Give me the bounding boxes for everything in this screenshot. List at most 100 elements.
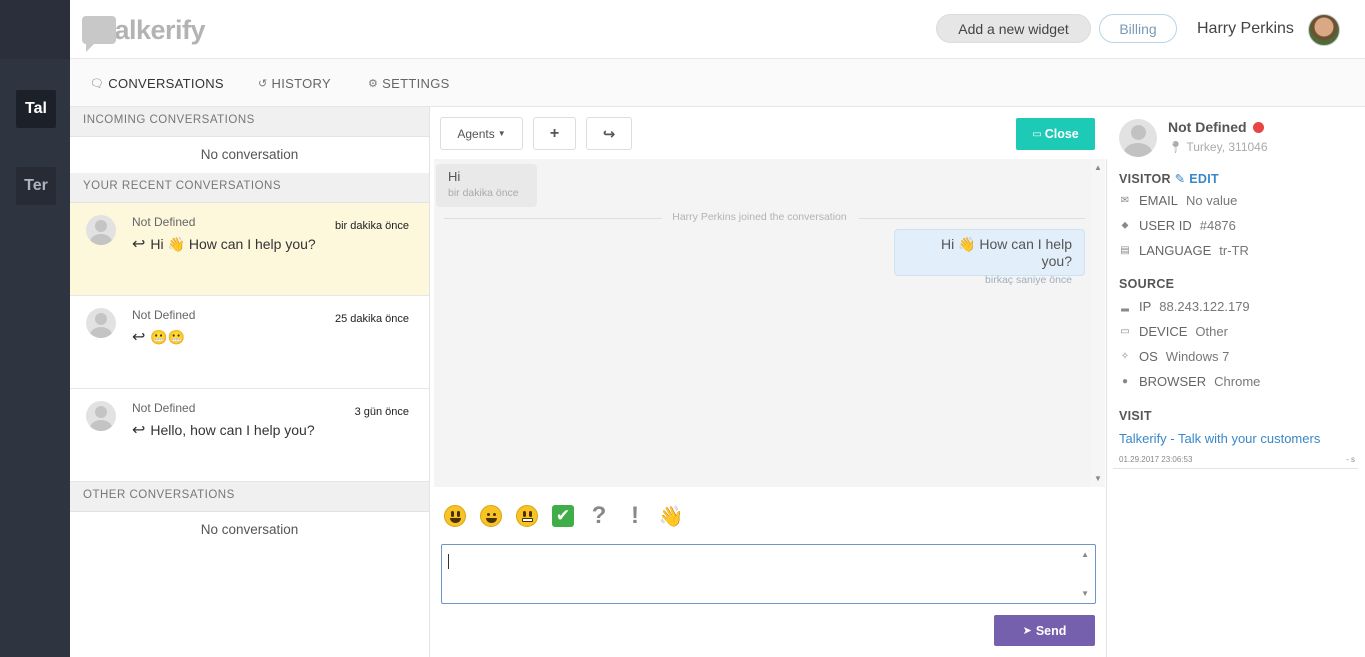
check-glyph: ✔ xyxy=(552,505,574,527)
visit-duration: - s xyxy=(1346,455,1355,464)
outgoing-message: Hi 👋 How can I help you? birkaç saniye ö… xyxy=(894,229,1085,286)
conversation-name: Not Defined xyxy=(132,308,196,322)
message-input[interactable]: ▲ ▼ xyxy=(441,544,1096,604)
tab-conversations-label: CONVERSATIONS xyxy=(108,76,224,91)
offline-status-icon xyxy=(1252,121,1264,133)
smiley-icon[interactable] xyxy=(444,505,466,527)
recent-section-title: YOUR RECENT CONVERSATIONS xyxy=(70,173,429,203)
language-label: LANGUAGE xyxy=(1139,243,1212,258)
input-scroll-down-icon[interactable]: ▼ xyxy=(1081,589,1089,598)
visitor-section-title: VISITOR ✎ EDIT xyxy=(1119,171,1219,186)
source-ip-row: ▂ IP 88.243.122.179 xyxy=(1119,299,1250,314)
send-button[interactable]: ➤ Send xyxy=(994,615,1095,646)
forward-button[interactable]: ↪ xyxy=(586,117,632,150)
scroll-up-icon[interactable]: ▲ xyxy=(1094,163,1102,172)
signal-icon: ▂ xyxy=(1121,301,1129,312)
wave-icon[interactable]: 👋 xyxy=(659,505,684,528)
conversation-item[interactable]: Not Defined bir dakika önce ↩ Hi 👋 How c… xyxy=(70,203,429,296)
visitor-location: 📍︎ Turkey, 311046 xyxy=(1168,140,1268,154)
visitor-panel: Not Defined 📍︎ Turkey, 311046 VISITOR ✎ … xyxy=(1107,107,1365,657)
rail-top xyxy=(0,0,70,59)
logo-bubble-icon xyxy=(82,16,116,52)
talkerify-logo[interactable]: talkerify xyxy=(82,13,206,52)
visitor-name: Not Defined xyxy=(1168,119,1264,135)
email-value: No value xyxy=(1186,193,1238,208)
add-widget-button[interactable]: Add a new widget xyxy=(936,14,1091,43)
incoming-message: Hi bir dakika önce xyxy=(436,164,537,207)
tab-conversations[interactable]: 🗨 CONVERSATIONS xyxy=(90,76,224,91)
envelope-icon: ✉ xyxy=(1120,195,1130,206)
ip-value: 88.243.122.179 xyxy=(1159,299,1250,314)
visitor-avatar-icon xyxy=(86,401,116,431)
userid-value: #4876 xyxy=(1199,218,1236,233)
visitor-avatar-icon xyxy=(1119,119,1157,157)
visitor-avatar-icon xyxy=(86,215,116,245)
smile-icon[interactable] xyxy=(480,505,502,527)
chat-toolbar: Agents ▼ + ↪ ▭ Close xyxy=(430,107,1107,159)
outgoing-message-text: Hi 👋 How can I help you? xyxy=(940,236,1072,269)
conversation-preview: ↩ Hello, how can I help you? xyxy=(132,420,315,440)
crosshair-icon: ✧ xyxy=(1120,351,1130,362)
conversation-preview: ↩ 😬😬 xyxy=(132,327,185,347)
scroll-down-icon[interactable]: ▼ xyxy=(1094,474,1102,483)
email-label: EMAIL xyxy=(1139,193,1179,208)
add-agent-button[interactable]: + xyxy=(533,117,576,150)
incoming-message-text: Hi xyxy=(448,169,461,184)
incoming-section-title: INCOMING CONVERSATIONS xyxy=(70,107,429,137)
visit-section-title: VISIT xyxy=(1119,409,1152,423)
visitor-email-row: ✉ EMAIL No value xyxy=(1119,193,1238,208)
device-label: DEVICE xyxy=(1139,324,1188,339)
text-caret xyxy=(448,554,449,569)
source-browser-row: ● BROWSER Chrome xyxy=(1119,374,1260,389)
tab-history[interactable]: ↺ HISTORY xyxy=(258,76,331,91)
conversation-name: Not Defined xyxy=(132,215,196,229)
gear-icon: ⚙ xyxy=(368,78,379,90)
send-label: Send xyxy=(1035,623,1067,638)
top-header: talkerify Add a new widget Billing Harry… xyxy=(70,0,1365,59)
ip-label: IP xyxy=(1139,299,1152,314)
grimace-icon[interactable] xyxy=(516,505,538,527)
message-scrollbar[interactable]: ▲ ▼ xyxy=(1091,159,1105,487)
conversation-message: Hello, how can I help you? xyxy=(150,422,315,438)
other-section-title: OTHER CONVERSATIONS xyxy=(70,482,429,512)
billing-button[interactable]: Billing xyxy=(1099,14,1177,43)
reply-icon: ↩ xyxy=(132,329,146,346)
close-conversation-button[interactable]: ▭ Close xyxy=(1016,118,1095,150)
check-icon[interactable]: ✔ xyxy=(552,505,574,527)
incoming-empty-text: No conversation xyxy=(200,147,299,162)
user-avatar[interactable] xyxy=(1308,14,1340,46)
workspace-rail: Tal Ter xyxy=(0,0,70,657)
conversation-item[interactable]: Not Defined 25 dakika önce ↩ 😬😬 xyxy=(70,296,429,389)
tab-history-label: HISTORY xyxy=(271,76,331,91)
conversation-message: 😬😬 xyxy=(150,328,186,345)
workspace-ter[interactable]: Ter xyxy=(16,167,56,205)
paper-plane-icon: ➤ xyxy=(1022,625,1032,637)
conversation-item[interactable]: Not Defined 3 gün önce ↩ Hello, how can … xyxy=(70,389,429,482)
browser-label: BROWSER xyxy=(1139,374,1207,389)
agents-dropdown[interactable]: Agents ▼ xyxy=(440,117,523,150)
workspace-tal[interactable]: Tal xyxy=(16,90,56,128)
tab-settings[interactable]: ⚙ SETTINGS xyxy=(368,76,450,91)
chat-icon: 🗨 xyxy=(90,78,105,90)
conversation-message: Hi 👋 How can I help you? xyxy=(150,235,316,252)
user-name[interactable]: Harry Perkins xyxy=(1197,20,1294,38)
edit-visitor-link[interactable]: ✎ EDIT xyxy=(1175,172,1219,186)
input-scroll-up-icon[interactable]: ▲ xyxy=(1081,550,1089,559)
visit-page-link[interactable]: Talkerify - Talk with your customers xyxy=(1119,431,1339,446)
visitor-userid-row: ⬥ USER ID #4876 xyxy=(1119,218,1236,233)
language-icon: ▤ xyxy=(1120,245,1130,256)
desktop-icon: ▭ xyxy=(1120,326,1130,337)
conversations-panel: INCOMING CONVERSATIONS No conversation Y… xyxy=(70,107,430,657)
browser-value: Chrome xyxy=(1214,374,1261,389)
exclamation-icon[interactable]: ! xyxy=(624,502,646,529)
main-tabs: 🗨 CONVERSATIONS ↺ HISTORY ⚙ SETTINGS xyxy=(70,59,1365,107)
userid-label: USER ID xyxy=(1139,218,1192,233)
edit-label: EDIT xyxy=(1189,172,1219,186)
question-icon[interactable]: ? xyxy=(588,502,610,529)
edit-icon: ✎ xyxy=(1174,172,1186,186)
history-icon: ↺ xyxy=(258,78,268,90)
agents-label: Agents xyxy=(457,126,495,141)
joined-notice: Harry Perkins joined the conversation xyxy=(434,211,1085,223)
message-list[interactable]: Hi bir dakika önce Harry Perkins joined … xyxy=(434,159,1091,487)
divider xyxy=(1113,468,1358,469)
